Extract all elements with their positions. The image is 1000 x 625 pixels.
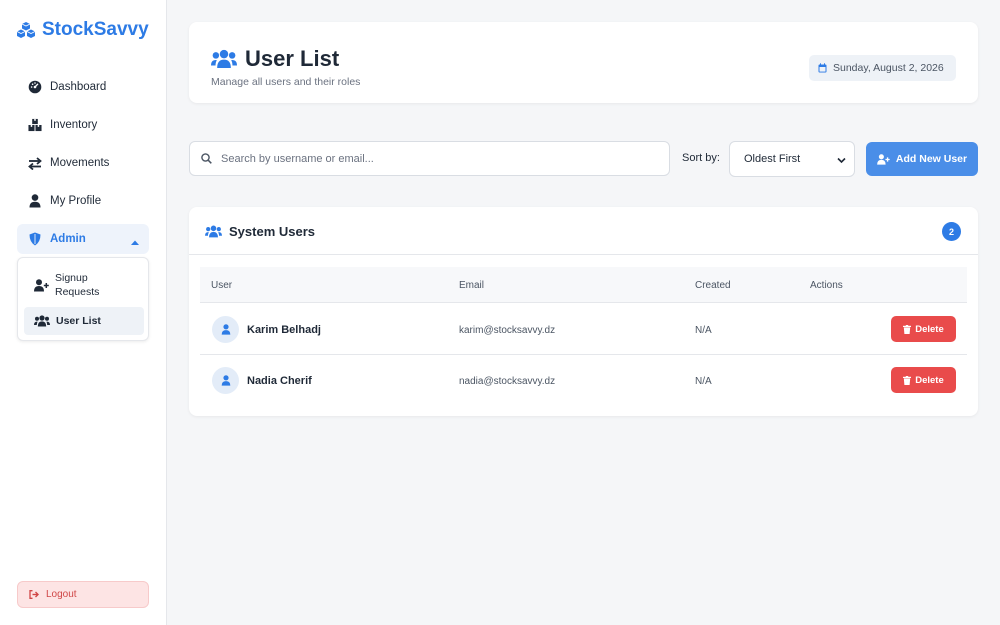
- submenu-item-label: User List: [56, 315, 101, 327]
- date-badge: Sunday, August 2, 2026: [809, 55, 956, 81]
- current-date: Sunday, August 2, 2026: [833, 62, 944, 74]
- sidebar-item-label: Dashboard: [50, 81, 107, 93]
- submenu-item-label: Signup Requests: [55, 272, 100, 298]
- user-email: nadia@stocksavvy.dz: [459, 376, 556, 387]
- column-header-actions: Actions: [810, 280, 843, 291]
- table-row: Nadia Cherif nadia@stocksavvy.dz N/A Del…: [200, 355, 967, 406]
- sidebar: StockSavvy Dashboard Inventory Movements…: [0, 0, 167, 625]
- arrows-exchange-icon: [28, 156, 42, 170]
- sidebar-item-label: Admin: [50, 233, 86, 245]
- sort-select[interactable]: Oldest First: [729, 141, 855, 177]
- trash-icon: [903, 375, 912, 385]
- brand[interactable]: StockSavvy: [16, 19, 149, 41]
- card-title-group: System Users: [205, 224, 315, 239]
- avatar: [212, 316, 239, 343]
- page-title-group: User List: [211, 46, 339, 72]
- logout-label: Logout: [46, 589, 77, 600]
- caret-up-icon: [131, 236, 139, 248]
- avatar: [212, 367, 239, 394]
- sidebar-item-label: Inventory: [50, 119, 98, 131]
- search-input[interactable]: [221, 152, 641, 165]
- column-header-user: User: [211, 280, 233, 291]
- sidebar-item-dashboard[interactable]: Dashboard: [17, 72, 149, 102]
- sidebar-item-movements[interactable]: Movements: [17, 148, 149, 178]
- sign-out-icon: [29, 590, 39, 599]
- sort-selected-value: Oldest First: [744, 153, 801, 165]
- delete-label: Delete: [915, 374, 944, 386]
- table-header: User Email Created Actions: [200, 267, 967, 303]
- sidebar-item-label: My Profile: [50, 195, 102, 207]
- sidebar-item-inventory[interactable]: Inventory: [17, 110, 149, 140]
- delete-label: Delete: [915, 323, 944, 335]
- dashboard-icon: [28, 80, 42, 94]
- user-name: Nadia Cherif: [247, 375, 312, 387]
- sidebar-item-label: Movements: [50, 157, 110, 169]
- add-new-user-button[interactable]: Add New User: [866, 142, 978, 176]
- card-header: System Users 2: [189, 207, 978, 255]
- delete-user-button[interactable]: Delete: [891, 316, 956, 342]
- user-name: Karim Belhadj: [247, 324, 321, 336]
- logout-button[interactable]: Logout: [17, 581, 149, 608]
- user-plus-icon: [877, 153, 890, 165]
- page-title: User List: [245, 46, 340, 71]
- admin-submenu: Signup Requests User List: [17, 257, 149, 341]
- submenu-item-user-list[interactable]: User List: [24, 307, 144, 335]
- user-email: karim@stocksavvy.dz: [459, 325, 556, 336]
- submenu-item-signup-requests[interactable]: Signup Requests: [24, 270, 144, 300]
- brand-name: StockSavvy: [42, 19, 149, 40]
- search-icon: [201, 153, 212, 164]
- add-new-user-label: Add New User: [895, 153, 968, 165]
- cubes-logo-icon: [16, 21, 36, 39]
- chevron-down-icon: [837, 155, 846, 167]
- user-created: N/A: [695, 325, 712, 336]
- column-header-email: Email: [459, 280, 485, 291]
- sidebar-item-my-profile[interactable]: My Profile: [17, 186, 149, 216]
- users-icon: [205, 225, 222, 238]
- delete-user-button[interactable]: Delete: [891, 367, 956, 393]
- search-box[interactable]: [189, 141, 670, 176]
- calendar-icon: [818, 63, 827, 73]
- column-header-created: Created: [695, 280, 731, 291]
- user-icon: [28, 194, 42, 208]
- sidebar-item-admin[interactable]: Admin: [17, 224, 149, 254]
- trash-icon: [903, 324, 912, 334]
- user-plus-icon: [34, 278, 49, 292]
- system-users-card: System Users 2 User Email Created Action…: [189, 207, 978, 416]
- sort-label: Sort by:: [682, 152, 720, 164]
- users-icon: [211, 49, 237, 69]
- page-header: User List Manage all users and their rol…: [189, 22, 978, 103]
- table-row: Karim Belhadj karim@stocksavvy.dz N/A De…: [200, 304, 967, 355]
- users-icon: [34, 315, 50, 327]
- user-count-badge: 2: [942, 222, 961, 241]
- shield-icon: [28, 232, 42, 246]
- user-created: N/A: [695, 376, 712, 387]
- page-subtitle: Manage all users and their roles: [211, 76, 361, 88]
- card-title: System Users: [229, 224, 315, 239]
- inventory-icon: [28, 118, 42, 132]
